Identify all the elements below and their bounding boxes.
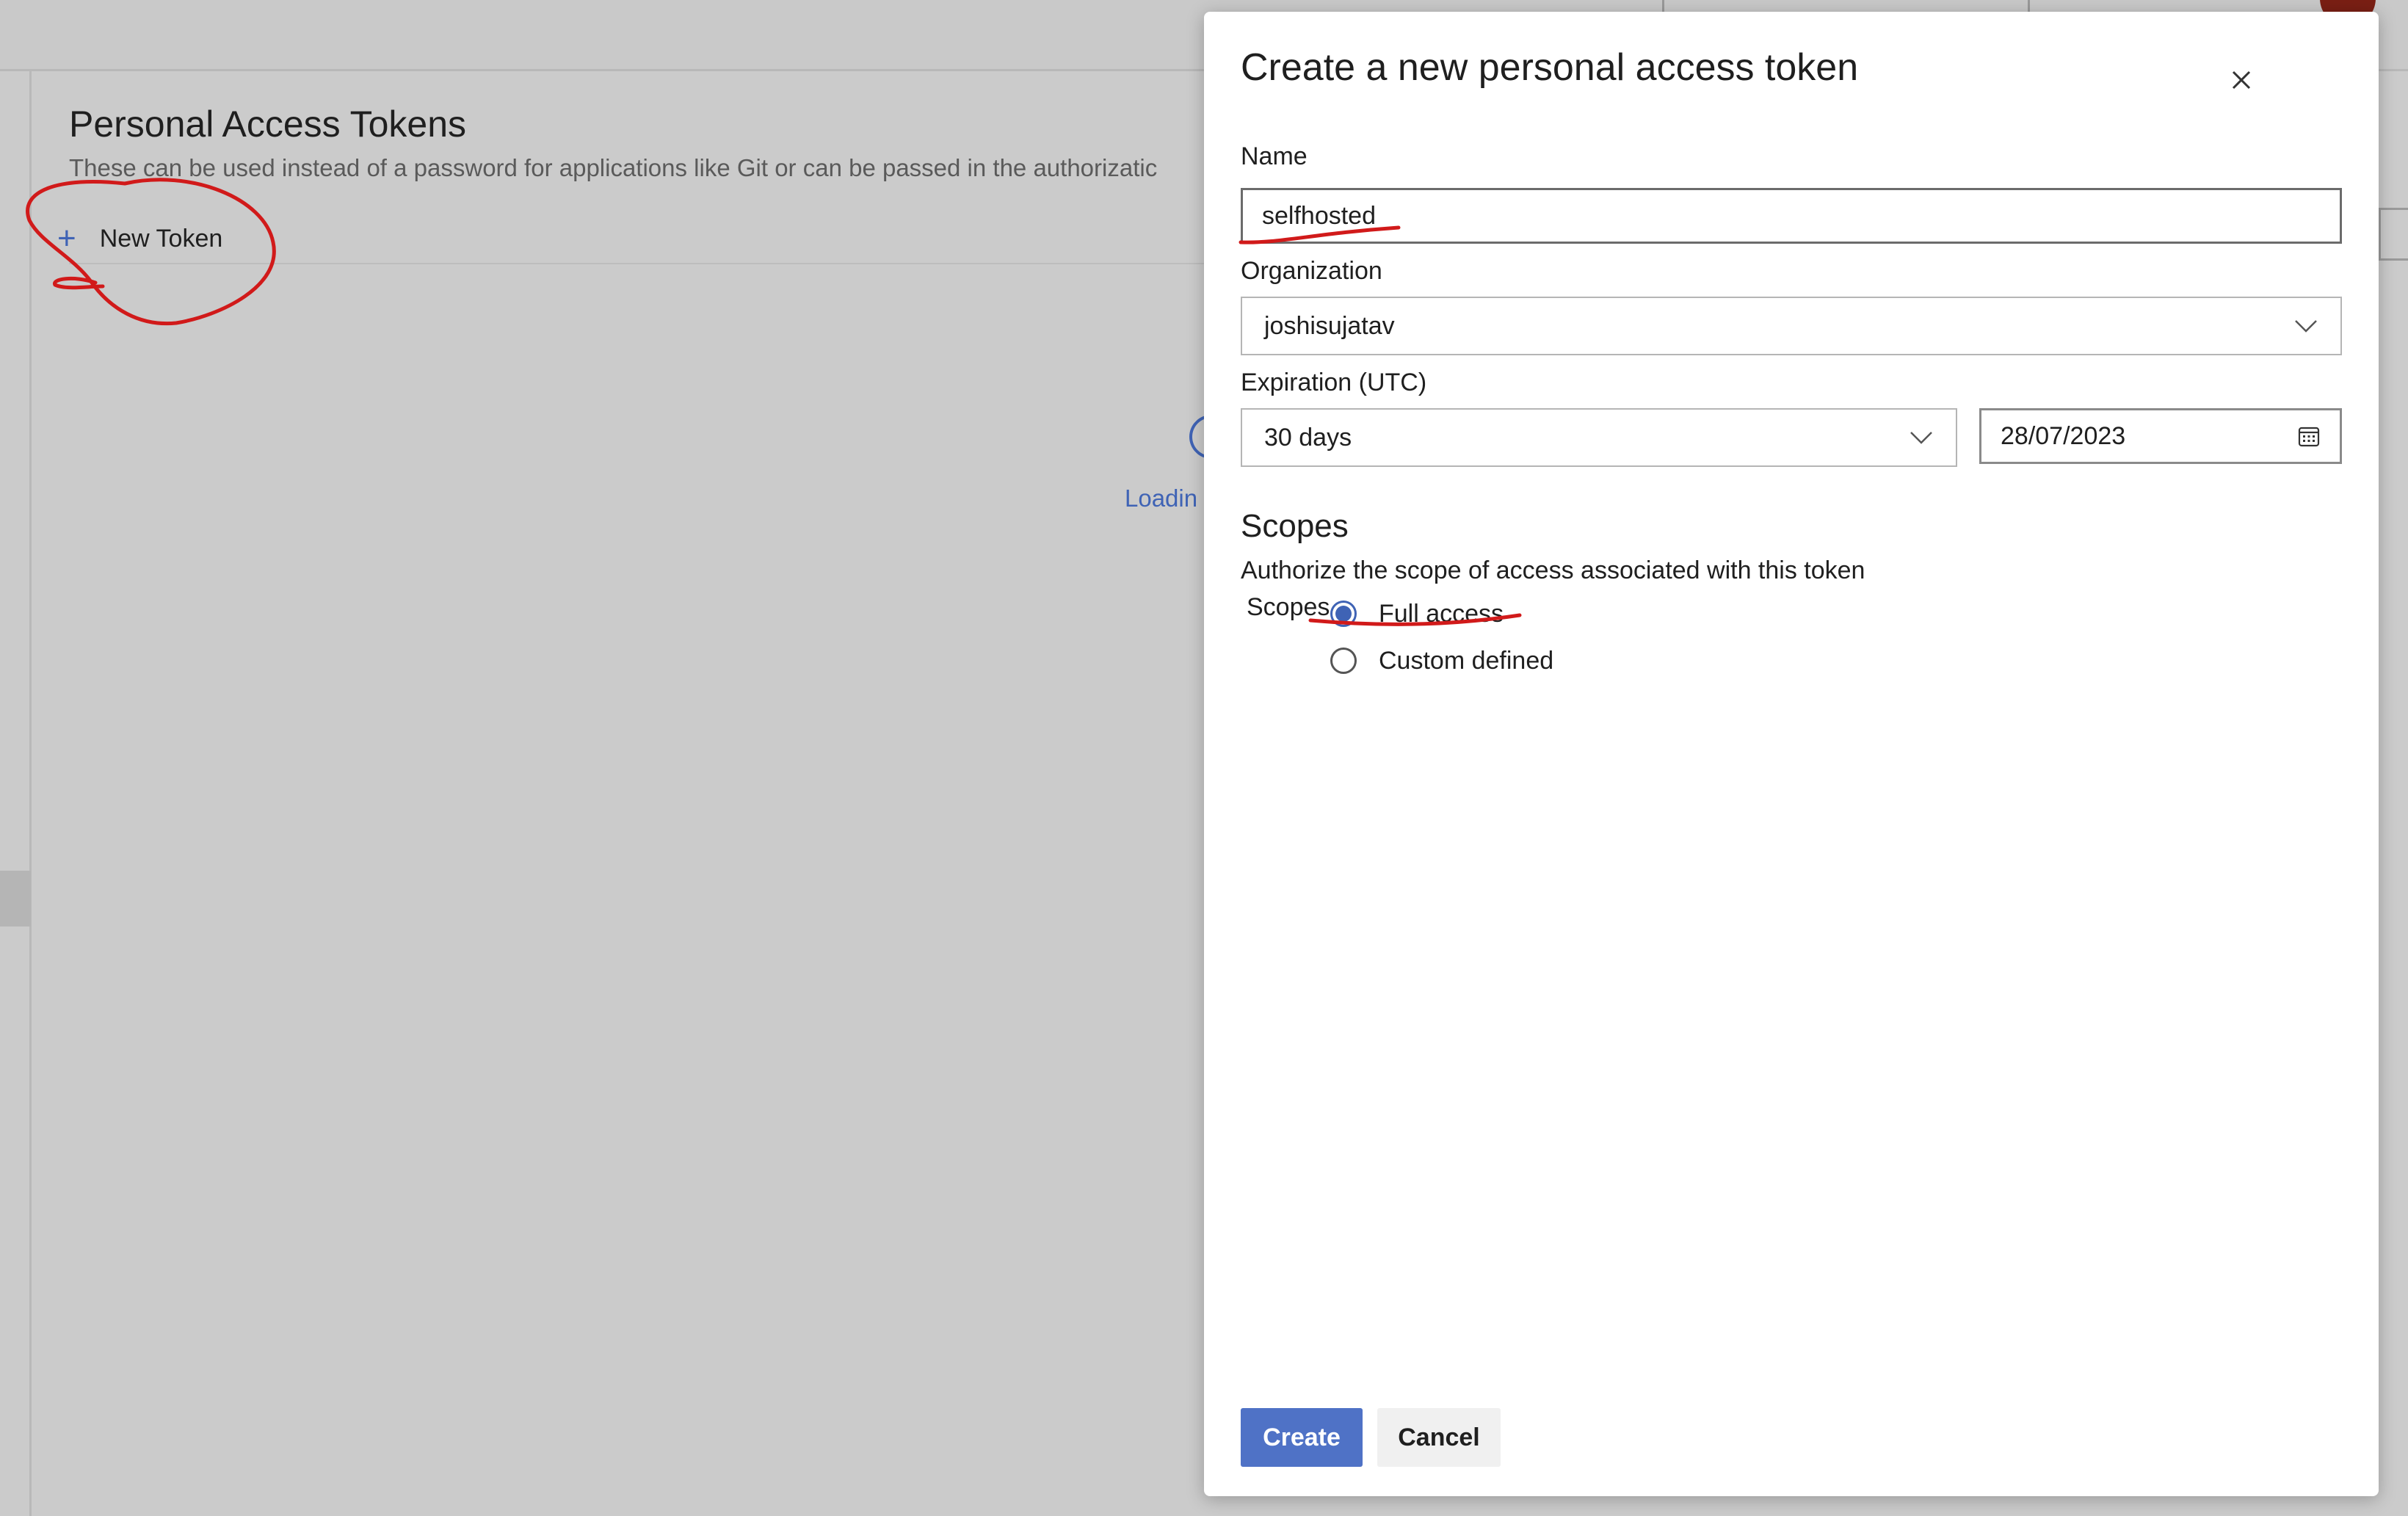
scopes-description: Authorize the scope of access associated… xyxy=(1241,556,1865,584)
top-bar-divider xyxy=(1662,0,1664,12)
radio-selected-icon[interactable] xyxy=(1330,601,1357,627)
scopes-label: Scopes xyxy=(1247,593,1330,621)
create-button[interactable]: Create xyxy=(1241,1408,1363,1467)
organization-select[interactable]: joshisujatav xyxy=(1241,297,2342,355)
name-label: Name xyxy=(1241,142,1308,170)
dialog-title: Create a new personal access token xyxy=(1241,46,1859,89)
scope-option-label: Full access xyxy=(1379,599,1504,628)
top-bar-divider xyxy=(2028,0,2030,12)
page-title: Personal Access Tokens xyxy=(69,104,467,145)
page-description: These can be used instead of a password … xyxy=(69,154,1158,181)
expiration-date-picker[interactable]: 28/07/2023 xyxy=(1979,408,2342,464)
scopes-heading: Scopes xyxy=(1241,508,1349,544)
organization-label: Organization xyxy=(1241,257,1382,285)
new-token-button[interactable]: + New Token xyxy=(57,220,222,257)
new-token-label: New Token xyxy=(99,224,223,253)
expiration-label: Expiration (UTC) xyxy=(1241,369,1427,396)
toolbar-divider xyxy=(69,263,1207,264)
organization-value: joshisujatav xyxy=(1264,311,1395,340)
close-icon xyxy=(2232,70,2251,90)
radio-unselected-icon[interactable] xyxy=(1330,648,1357,674)
cancel-button[interactable]: Cancel xyxy=(1377,1408,1501,1467)
scope-option-custom-defined[interactable]: Custom defined xyxy=(1330,645,1553,677)
side-panel-handle[interactable] xyxy=(0,871,31,926)
chevron-down-icon xyxy=(1910,432,1932,444)
filter-dropdown-edge[interactable] xyxy=(2379,208,2408,261)
expiration-date-value: 28/07/2023 xyxy=(2001,421,2126,450)
chevron-down-icon xyxy=(2295,320,2317,333)
expiration-select[interactable]: 30 days xyxy=(1241,408,1957,467)
close-button[interactable] xyxy=(2223,62,2260,98)
expiration-value: 30 days xyxy=(1264,423,1352,451)
create-token-dialog: Create a new personal access token Name … xyxy=(1204,12,2379,1496)
scope-option-full-access[interactable]: Full access xyxy=(1330,598,1504,630)
plus-icon: + xyxy=(57,220,76,256)
left-rail-divider xyxy=(29,71,32,1516)
name-input[interactable] xyxy=(1241,188,2342,244)
scope-option-label: Custom defined xyxy=(1379,646,1554,675)
loading-text: Loadin xyxy=(1125,485,1198,512)
calendar-icon[interactable] xyxy=(2297,424,2321,448)
